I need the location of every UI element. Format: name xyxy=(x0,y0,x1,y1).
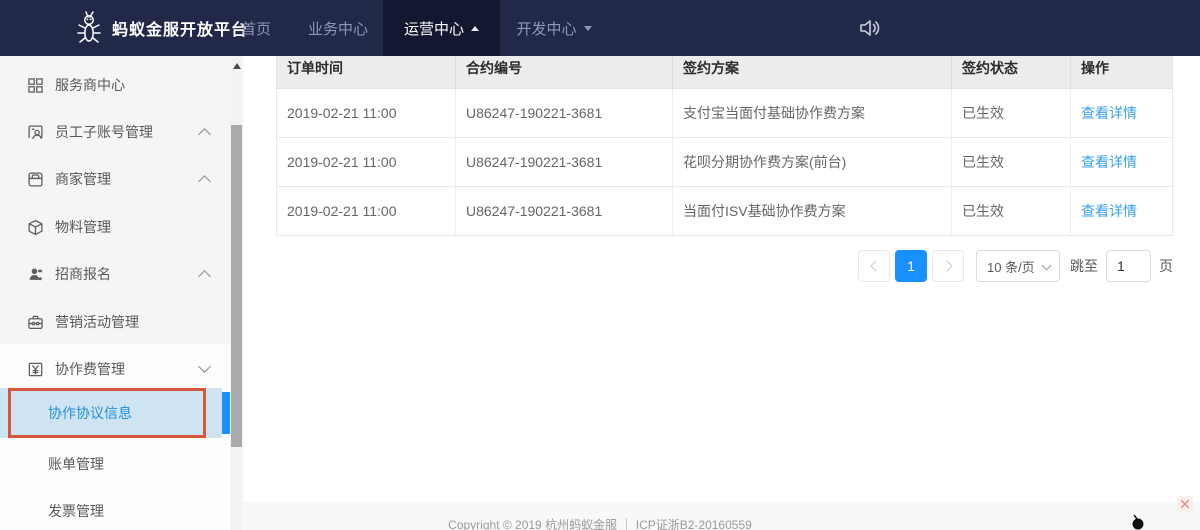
table-header-row: 订单时间 合约编号 签约方案 签约状态 操作 xyxy=(276,56,1173,89)
app: 蚂蚁金服开放平台 首页 业务中心 运营中心 开发中心 4 xyxy=(0,0,1200,530)
grid-icon xyxy=(27,77,44,94)
view-detail-link[interactable]: 查看详情 xyxy=(1081,201,1137,221)
nav-item-operation-center[interactable]: 运营中心 xyxy=(383,0,500,56)
toolbox-icon xyxy=(27,314,44,331)
chevron-right-icon xyxy=(941,260,952,271)
prev-page-button[interactable] xyxy=(858,250,890,282)
col-header-order-time: 订单时间 xyxy=(277,56,456,88)
top-navbar: 蚂蚁金服开放平台 首页 业务中心 运营中心 开发中心 4 xyxy=(0,0,1200,56)
page-unit-label: 页 xyxy=(1159,256,1173,276)
sidebar-scrollbar[interactable] xyxy=(230,56,243,530)
sidebar-item-marketing-activity-mgmt[interactable]: 营销活动管理 xyxy=(0,298,230,346)
sidebar-subitem-collab-agreement-info[interactable]: 协作协议信息 xyxy=(0,388,222,438)
nav-item-home[interactable]: 首页 xyxy=(228,0,284,56)
caret-up-icon xyxy=(471,26,479,31)
scrollbar-thumb[interactable] xyxy=(231,125,242,447)
brand: 蚂蚁金服开放平台 xyxy=(74,0,248,56)
sidebar-item-investment-signup[interactable]: 招商报名 xyxy=(0,250,230,298)
chevron-up-icon xyxy=(198,175,211,188)
team-icon xyxy=(27,124,44,141)
view-detail-link[interactable]: 查看详情 xyxy=(1081,103,1137,123)
shop-icon xyxy=(27,171,44,188)
sidebar-item-merchant-mgmt[interactable]: 商家管理 xyxy=(0,155,230,203)
agreement-table: 订单时间 合约编号 签约方案 签约状态 操作 2019-02-21 11:00 … xyxy=(276,56,1173,236)
sidebar-item-collab-fee-mgmt[interactable]: 协作费管理 xyxy=(0,345,230,393)
table-row: 2019-02-21 11:00 U86247-190221-3681 当面付I… xyxy=(276,187,1173,236)
sidebar-subitem-bill-mgmt[interactable]: 账单管理 xyxy=(0,440,222,488)
chevron-left-icon xyxy=(870,260,881,271)
feedback-widget-icon[interactable] xyxy=(1128,514,1148,530)
jump-to-label: 跳至 xyxy=(1070,256,1098,276)
caret-down-icon xyxy=(584,26,592,31)
sidebar-item-service-provider-center[interactable]: 服务商中心 xyxy=(0,61,230,109)
yuan-icon xyxy=(27,361,44,378)
box-icon xyxy=(27,219,44,236)
pagination: 1 10 条/页 跳至 页 xyxy=(858,250,1173,282)
chevron-down-icon xyxy=(1042,261,1052,271)
selected-item-indicator-bar xyxy=(222,392,230,434)
nav-item-dev-center[interactable]: 开发中心 xyxy=(508,0,600,56)
sidebar: 服务商中心 员工子账号管理 商家管理 xyxy=(0,56,230,530)
table-row: 2019-02-21 11:00 U86247-190221-3681 花呗分期… xyxy=(276,138,1173,187)
col-header-sign-status: 签约状态 xyxy=(952,56,1071,88)
next-page-button[interactable] xyxy=(932,250,964,282)
page-size-select[interactable]: 10 条/页 xyxy=(976,250,1060,282)
scrollbar-up-arrow-icon[interactable] xyxy=(233,63,241,69)
chevron-down-icon xyxy=(198,360,211,373)
user-icon xyxy=(27,266,44,283)
col-header-contract-no: 合约编号 xyxy=(456,56,673,88)
sidebar-item-material-mgmt[interactable]: 物料管理 xyxy=(0,203,230,251)
nav-item-business-center[interactable]: 业务中心 xyxy=(302,0,374,56)
col-header-action: 操作 xyxy=(1071,56,1172,88)
close-icon[interactable] xyxy=(1177,496,1193,512)
volume-icon[interactable] xyxy=(858,16,882,40)
chevron-up-icon xyxy=(198,270,211,283)
ant-logo-icon xyxy=(74,10,104,46)
chevron-up-icon xyxy=(198,128,211,141)
jump-page-input[interactable] xyxy=(1106,250,1151,282)
sidebar-subitem-invoice-mgmt[interactable]: 发票管理 xyxy=(0,487,222,530)
col-header-sign-plan: 签约方案 xyxy=(673,56,952,88)
table-row: 2019-02-21 11:00 U86247-190221-3681 支付宝当… xyxy=(276,89,1173,138)
view-detail-link[interactable]: 查看详情 xyxy=(1081,152,1137,172)
sidebar-item-sub-account-mgmt[interactable]: 员工子账号管理 xyxy=(0,108,230,156)
current-page-button[interactable]: 1 xyxy=(895,250,927,282)
